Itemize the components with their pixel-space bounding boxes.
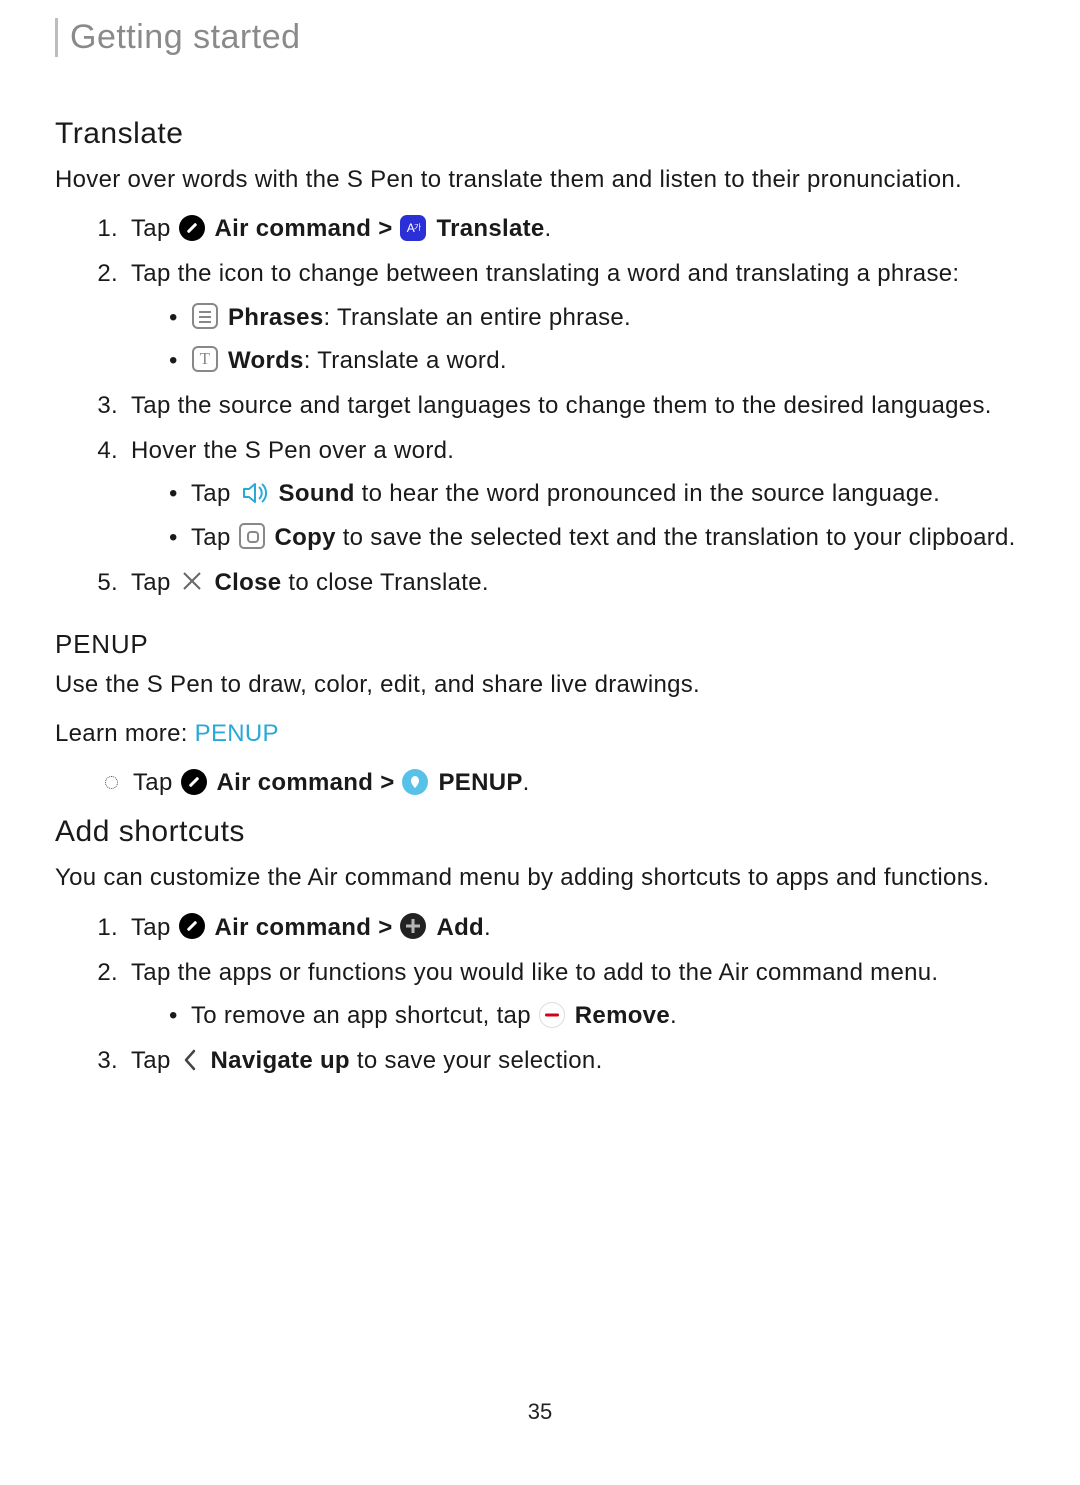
- sound-icon: [239, 480, 269, 506]
- translate-intro: Hover over words with the S Pen to trans…: [55, 161, 1025, 198]
- penup-intro: Use the S Pen to draw, color, edit, and …: [55, 666, 1025, 703]
- breadcrumb-text: Getting started: [70, 18, 301, 56]
- air-command-icon: [179, 215, 205, 241]
- air-command-icon: [179, 913, 205, 939]
- translate-step-4: Hover the S Pen over a word. Tap Sound t…: [125, 432, 1025, 556]
- translate-step-1: Tap Air command > A가 Translate.: [125, 210, 1025, 247]
- shortcuts-step-1: Tap Air command > Add.: [125, 909, 1025, 946]
- shortcuts-step-2-sub: To remove an app shortcut, tap Remove.: [131, 997, 1025, 1034]
- penup-link[interactable]: PENUP: [195, 720, 279, 747]
- page-number: 35: [55, 1399, 1025, 1425]
- heading-translate: Translate: [55, 117, 1025, 151]
- heading-add-shortcuts: Add shortcuts: [55, 815, 1025, 849]
- copy-item: Tap Copy to save the selected text and t…: [169, 519, 1025, 556]
- heading-penup: PENUP: [55, 629, 1025, 660]
- translate-step-4-sub: Tap Sound to hear the word pronounced in…: [131, 475, 1025, 555]
- penup-icon: [402, 769, 428, 795]
- translate-icon: A가: [400, 215, 426, 241]
- words-icon: T: [192, 346, 218, 372]
- phrases-icon: [192, 303, 218, 329]
- translate-step-2: Tap the icon to change between translati…: [125, 255, 1025, 379]
- words-item: T Words: Translate a word.: [169, 342, 1025, 379]
- navigate-up-icon: [179, 1047, 201, 1073]
- shortcuts-steps: Tap Air command > Add. Tap the apps or f…: [55, 909, 1025, 1080]
- air-command-icon: [181, 769, 207, 795]
- translate-step-3: Tap the source and target languages to c…: [125, 387, 1025, 424]
- shortcuts-step-2: Tap the apps or functions you would like…: [125, 954, 1025, 1034]
- phrases-item: Phrases: Translate an entire phrase.: [169, 299, 1025, 336]
- translate-steps: Tap Air command > A가 Translate. Tap the …: [55, 210, 1025, 601]
- sound-item: Tap Sound to hear the word pronounced in…: [169, 475, 1025, 512]
- remove-item: To remove an app shortcut, tap Remove.: [169, 997, 1025, 1034]
- penup-steps: Tap Air command > PENUP.: [55, 764, 1025, 801]
- add-icon: [400, 913, 426, 939]
- remove-icon: [539, 1002, 565, 1028]
- shortcuts-intro: You can customize the Air command menu b…: [55, 859, 1025, 896]
- penup-learn-more: Learn more: PENUP: [55, 715, 1025, 752]
- penup-step-1: Tap Air command > PENUP.: [105, 764, 1025, 801]
- document-page: Getting started Translate Hover over wor…: [0, 18, 1080, 1485]
- close-icon: [179, 568, 205, 594]
- translate-step-5: Tap Close to close Translate.: [125, 564, 1025, 601]
- translate-step-2-sub: Phrases: Translate an entire phrase. T W…: [131, 299, 1025, 379]
- copy-icon: [239, 523, 265, 549]
- breadcrumb: Getting started: [55, 18, 1025, 57]
- shortcuts-step-3: Tap Navigate up to save your selection.: [125, 1042, 1025, 1079]
